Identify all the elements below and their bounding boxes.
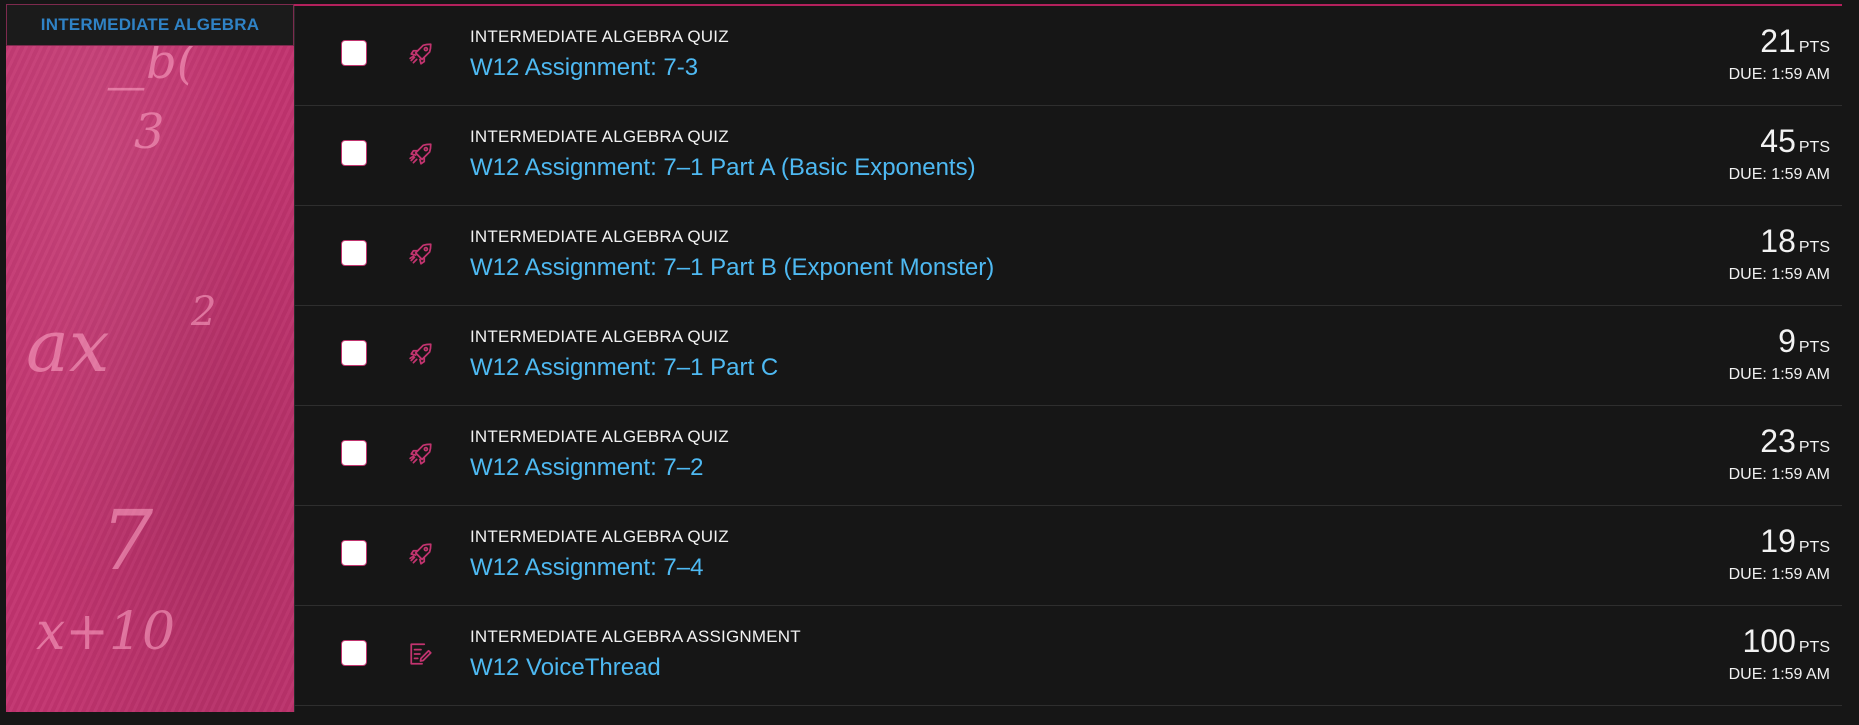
- course-name[interactable]: INTERMEDIATE ALGEBRA: [41, 15, 259, 35]
- planner-item: INTERMEDIATE ALGEBRA QUIZ W12 Assignment…: [294, 506, 1842, 606]
- points-unit: PTS: [1798, 39, 1830, 56]
- points-unit: PTS: [1798, 139, 1830, 156]
- points-unit: PTS: [1798, 439, 1830, 456]
- rocket-icon: [408, 441, 434, 467]
- planner-item: INTERMEDIATE ALGEBRA QUIZ W12 Assignment…: [294, 206, 1842, 306]
- chalk-decoration: 3: [134, 104, 165, 160]
- points-value: 100: [1742, 623, 1796, 659]
- points-value: 9: [1778, 323, 1796, 359]
- item-title-link[interactable]: W12 Assignment: 7–2: [470, 451, 703, 485]
- planner-item: INTERMEDIATE ALGEBRA QUIZ W12 Assignment…: [294, 406, 1842, 506]
- item-title-link[interactable]: W12 Assignment: 7–1 Part B (Exponent Mon…: [470, 251, 994, 285]
- item-type-label: INTERMEDIATE ALGEBRA ASSIGNMENT: [470, 627, 801, 646]
- due-time: DUE: 1:59 AM: [1728, 266, 1830, 283]
- due-time: DUE: 1:59 AM: [1728, 466, 1830, 483]
- item-type-label: INTERMEDIATE ALGEBRA QUIZ: [470, 327, 729, 346]
- complete-checkbox[interactable]: [341, 40, 367, 66]
- chalk-decoration: 2: [191, 289, 217, 335]
- rocket-icon: [408, 241, 434, 267]
- points-unit: PTS: [1798, 239, 1830, 256]
- rocket-icon: [408, 341, 434, 367]
- points-value: 45: [1760, 123, 1796, 159]
- rocket-icon: [408, 41, 434, 67]
- points-value: 18: [1760, 223, 1796, 259]
- chalk-decoration: 7: [101, 494, 154, 589]
- course-title-bar[interactable]: INTERMEDIATE ALGEBRA: [6, 4, 294, 46]
- due-time: DUE: 1:59 AM: [1728, 566, 1830, 583]
- assignment-edit-icon: [408, 641, 434, 667]
- complete-checkbox[interactable]: [341, 340, 367, 366]
- due-time: DUE: 1:59 AM: [1728, 166, 1830, 183]
- complete-checkbox[interactable]: [341, 440, 367, 466]
- item-title-link[interactable]: W12 Assignment: 7–1 Part A (Basic Expone…: [470, 151, 976, 185]
- due-time: DUE: 1:59 AM: [1728, 666, 1830, 683]
- complete-checkbox[interactable]: [341, 540, 367, 566]
- item-type-label: INTERMEDIATE ALGEBRA QUIZ: [470, 27, 729, 46]
- complete-checkbox[interactable]: [341, 640, 367, 666]
- course-card[interactable]: b( — 3 ax 2 7 x+10 INTERMEDIATE ALGEBRA: [6, 4, 295, 712]
- rocket-icon: [408, 541, 434, 567]
- points-unit: PTS: [1798, 639, 1830, 656]
- planner-item: INTERMEDIATE ALGEBRA ASSIGNMENT W12 Voic…: [294, 606, 1842, 706]
- points-value: 21: [1760, 23, 1796, 59]
- item-type-label: INTERMEDIATE ALGEBRA QUIZ: [470, 527, 729, 546]
- points-value: 23: [1760, 423, 1796, 459]
- chalk-decoration: ax: [26, 304, 110, 388]
- planner-item: INTERMEDIATE ALGEBRA QUIZ W12 Assignment…: [294, 6, 1842, 106]
- item-title-link[interactable]: W12 VoiceThread: [470, 651, 661, 685]
- item-title-link[interactable]: W12 Assignment: 7-3: [470, 51, 698, 85]
- points-unit: PTS: [1798, 339, 1830, 356]
- planner-item: INTERMEDIATE ALGEBRA QUIZ W12 Assignment…: [294, 306, 1842, 406]
- item-type-label: INTERMEDIATE ALGEBRA QUIZ: [470, 427, 729, 446]
- rocket-icon: [408, 141, 434, 167]
- due-time: DUE: 1:59 AM: [1728, 366, 1830, 383]
- chalk-decoration: x+10: [36, 602, 176, 662]
- item-type-label: INTERMEDIATE ALGEBRA QUIZ: [470, 227, 729, 246]
- item-title-link[interactable]: W12 Assignment: 7–4: [470, 551, 703, 585]
- planner-page: b( — 3 ax 2 7 x+10 INTERMEDIATE ALGEBRA: [0, 0, 1859, 725]
- points-value: 19: [1760, 523, 1796, 559]
- item-type-label: INTERMEDIATE ALGEBRA QUIZ: [470, 127, 729, 146]
- points-unit: PTS: [1798, 539, 1830, 556]
- due-time: DUE: 1:59 AM: [1728, 66, 1830, 83]
- complete-checkbox[interactable]: [341, 140, 367, 166]
- planner-item: INTERMEDIATE ALGEBRA QUIZ W12 Assignment…: [294, 106, 1842, 206]
- planner-item-list: INTERMEDIATE ALGEBRA QUIZ W12 Assignment…: [294, 6, 1842, 706]
- complete-checkbox[interactable]: [341, 240, 367, 266]
- item-title-link[interactable]: W12 Assignment: 7–1 Part C: [470, 351, 778, 385]
